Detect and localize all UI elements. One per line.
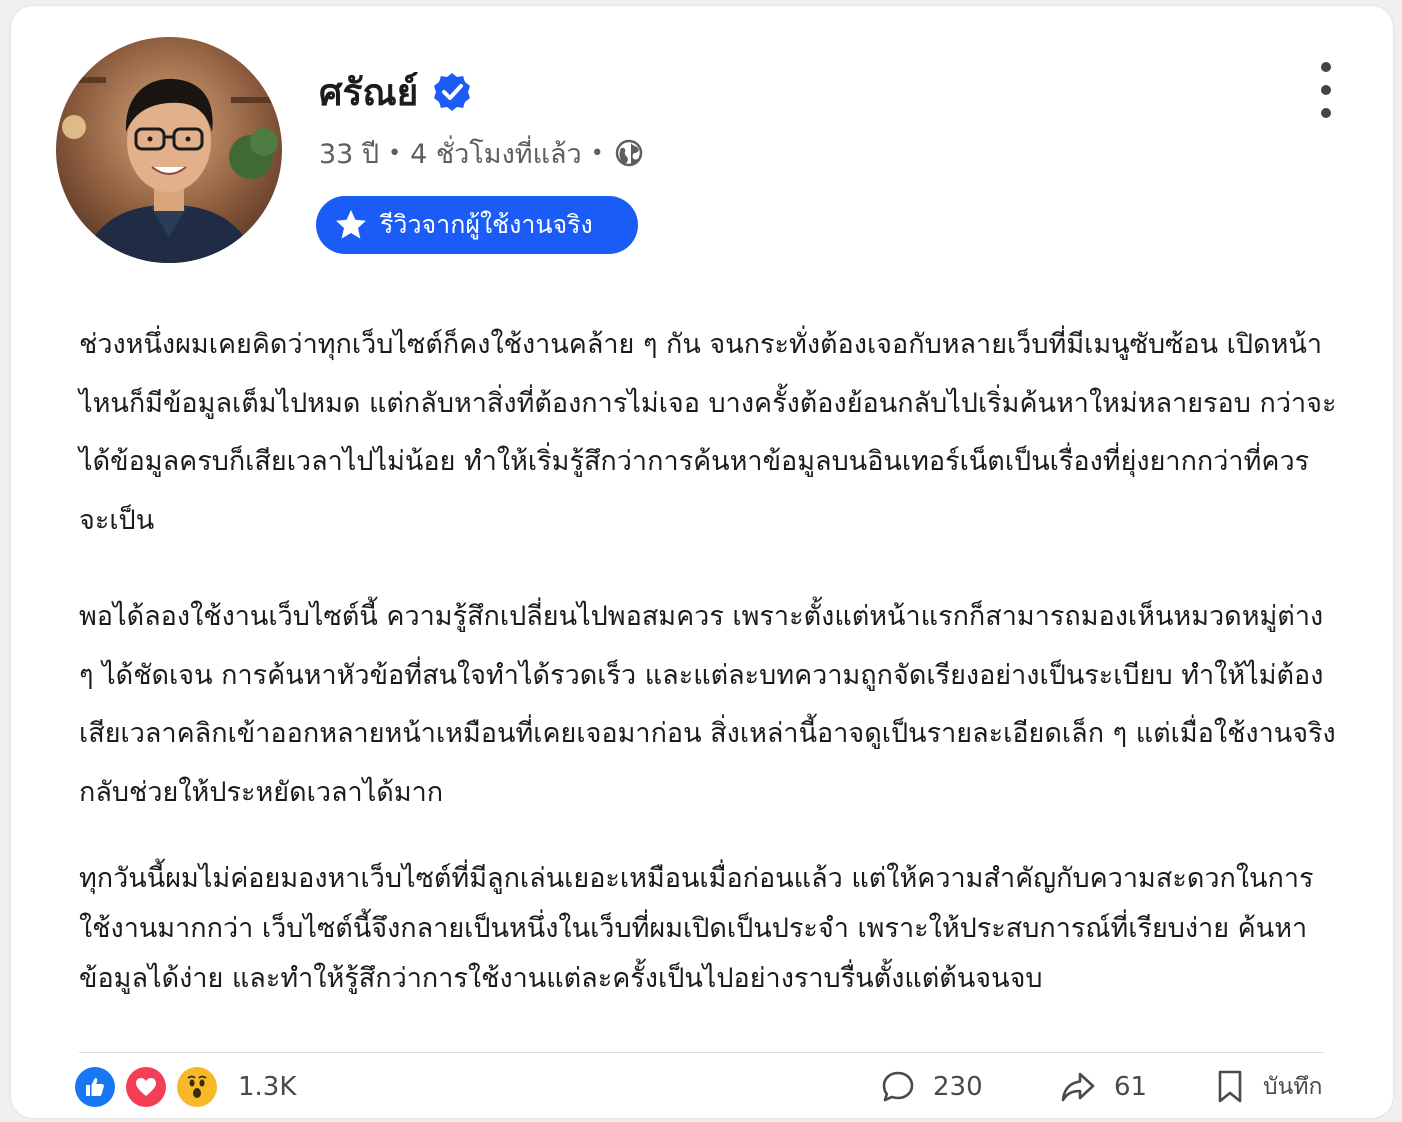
footer-divider — [79, 1052, 1323, 1053]
like-icon — [75, 1067, 115, 1107]
save-button[interactable]: บันทึก — [1215, 1066, 1322, 1108]
post-footer: 1.3K 230 61 บันทึก — [75, 1062, 1325, 1112]
wow-icon — [177, 1067, 217, 1107]
post-paragraph: ทุกวันนี้ผมไม่ค่อยมองหาเว็บไซต์ที่มีลูกเ… — [79, 863, 1314, 994]
comment-icon — [882, 1071, 914, 1102]
post-card: ศรัณย์ 33 ปี • 4 ชั่วโมงที่แล้ว • รีวิวจ… — [11, 6, 1393, 1118]
share-button[interactable]: 61 — [1060, 1066, 1147, 1108]
verified-icon — [434, 73, 471, 111]
bookmark-icon — [1218, 1070, 1242, 1103]
post-meta: 33 ปี • 4 ชั่วโมงที่แล้ว • — [319, 131, 643, 175]
share-icon — [1061, 1072, 1095, 1102]
post-paragraph: พอได้ลองใช้งานเว็บไซต์นี้ ความรู้สึกเปลี… — [79, 601, 1336, 808]
post-body: ช่วงหนึ่งผมเคยคิดว่าทุกเว็บไซต์ก็คงใช้งา… — [79, 316, 1339, 1004]
reaction-summary[interactable]: 1.3K — [75, 1066, 296, 1108]
more-options-button[interactable] — [1308, 62, 1344, 118]
avatar[interactable] — [56, 37, 282, 263]
comment-button[interactable]: 230 — [881, 1066, 983, 1108]
verified-review-badge: รีวิวจากผู้ใช้งานจริง — [316, 196, 638, 254]
author-age: 33 ปี — [319, 138, 380, 170]
share-count: 61 — [1114, 1072, 1148, 1102]
badge-label: รีวิวจากผู้ใช้งานจริง — [380, 210, 593, 239]
reaction-count: 1.3K — [238, 1072, 297, 1102]
post-time[interactable]: 4 ชั่วโมงที่แล้ว — [410, 132, 582, 175]
meta-separator: • — [388, 140, 402, 166]
globe-icon — [615, 139, 642, 167]
author-row: ศรัณย์ — [319, 62, 472, 122]
more-icon-dot — [1321, 85, 1331, 95]
more-icon-dot — [1321, 108, 1331, 118]
author-name[interactable]: ศรัณย์ — [319, 74, 418, 111]
meta-separator: • — [590, 140, 604, 166]
post-paragraph: ช่วงหนึ่งผมเคยคิดว่าทุกเว็บไซต์ก็คงใช้งา… — [79, 329, 1337, 536]
star-icon — [336, 210, 366, 239]
love-icon — [126, 1067, 166, 1107]
save-label: บันทึก — [1263, 1074, 1323, 1100]
more-icon-dot — [1321, 62, 1331, 72]
comment-count: 230 — [933, 1072, 983, 1102]
